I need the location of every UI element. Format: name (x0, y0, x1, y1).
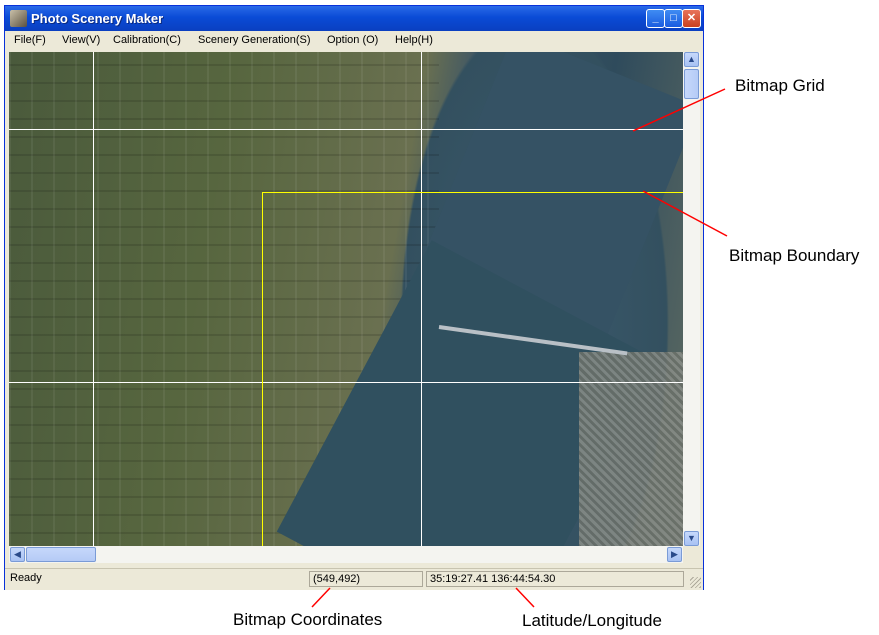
annotation-bitmap-grid: Bitmap Grid (735, 76, 825, 95)
vertical-scroll-thumb[interactable] (684, 69, 699, 99)
horizontal-scroll-thumb[interactable] (26, 547, 96, 562)
status-bitmap-coordinates: (549,492) (309, 571, 423, 587)
resize-grip-icon[interactable] (690, 577, 701, 588)
horizontal-scrollbar[interactable]: ◀ ▶ (9, 546, 683, 563)
status-ready: Ready (10, 572, 42, 584)
menu-option[interactable]: Option (O) (327, 34, 378, 46)
status-bar: Ready (549,492) 35:19:27.41 136:44:54.30 (5, 568, 703, 590)
annotation-bitmap-coordinates: Bitmap Coordinates (233, 610, 383, 629)
menu-calibration[interactable]: Calibration(C) (113, 34, 181, 46)
menu-help[interactable]: Help(H) (395, 34, 433, 46)
annotation-latitude-longitude: Latitude/Longitude (522, 611, 662, 630)
bitmap-grid-line (93, 52, 94, 546)
aerial-image-view[interactable] (9, 52, 683, 546)
bitmap-grid-line (9, 129, 683, 130)
menu-scenery-generation[interactable]: Scenery Generation(S) (198, 34, 311, 46)
latitude-longitude-pointer (515, 587, 535, 608)
scroll-right-button[interactable]: ▶ (667, 547, 682, 562)
scroll-up-button[interactable]: ▲ (684, 52, 699, 67)
minimize-button[interactable]: _ (646, 9, 665, 28)
title-bar[interactable]: Photo Scenery Maker _ □ ✕ (5, 6, 703, 31)
close-button[interactable]: ✕ (682, 9, 701, 28)
vertical-scrollbar[interactable]: ▲ ▼ (683, 52, 700, 546)
app-icon[interactable] (10, 10, 27, 27)
menu-bar: File(F) View(V) Calibration(C) Scenery G… (5, 31, 703, 51)
menu-file[interactable]: File(F) (14, 34, 46, 46)
bitmap-coordinates-pointer (311, 587, 331, 608)
scroll-down-button[interactable]: ▼ (684, 531, 699, 546)
maximize-button[interactable]: □ (664, 9, 683, 28)
app-window: Photo Scenery Maker _ □ ✕ File(F) View(V… (4, 5, 704, 590)
scroll-left-button[interactable]: ◀ (10, 547, 25, 562)
window-title: Photo Scenery Maker (31, 11, 164, 26)
status-latitude-longitude: 35:19:27.41 136:44:54.30 (426, 571, 684, 587)
bitmap-boundary (262, 192, 683, 546)
menu-view[interactable]: View(V) (62, 34, 100, 46)
annotation-bitmap-boundary: Bitmap Boundary (729, 246, 860, 265)
